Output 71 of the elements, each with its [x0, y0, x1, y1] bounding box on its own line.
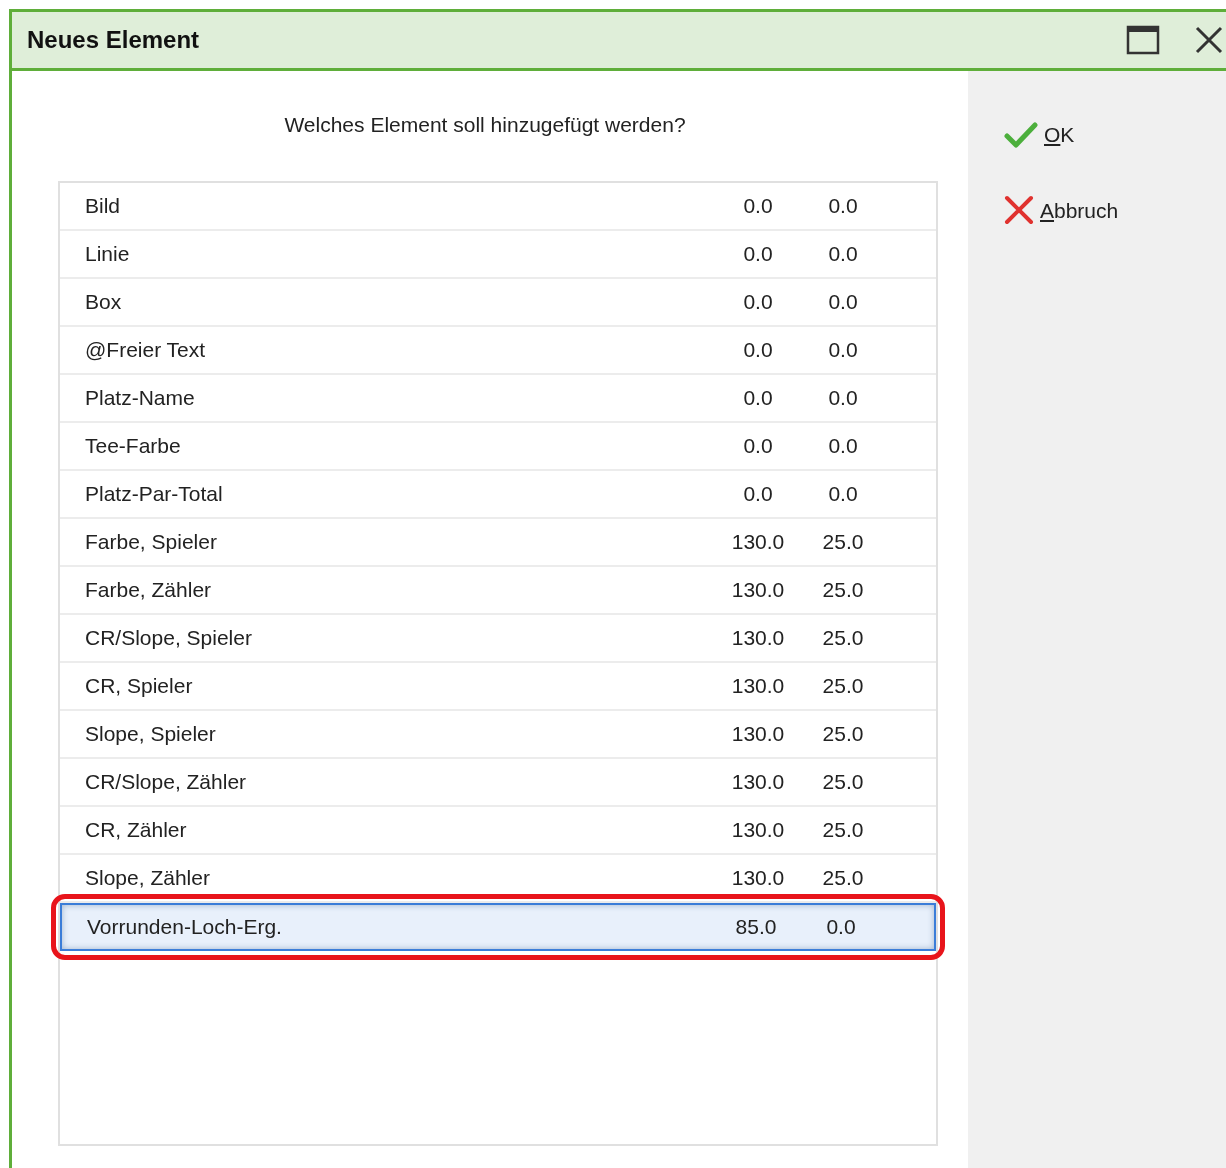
table-cell-text: 0.0	[827, 336, 859, 363]
table-cell-text: 0.0	[742, 336, 774, 363]
element-name: Box	[84, 288, 123, 315]
list-row[interactable]: Box 0.0 0.0	[60, 278, 936, 327]
list-row[interactable]: CR/Slope, Zähler 130.0 25.0	[60, 758, 936, 807]
window-title: Neues Element	[27, 25, 201, 55]
cancel-button[interactable]: Abbruch	[1004, 194, 1119, 226]
element-name: CR/Slope, Zähler	[84, 768, 248, 795]
table-cell-text: 130.0	[730, 816, 786, 843]
table-cell-text: 0.0	[827, 240, 859, 267]
cross-icon	[1004, 195, 1034, 226]
element-name: @Freier Text	[84, 336, 207, 363]
list-row[interactable]: CR, Zähler 130.0 25.0	[60, 806, 936, 855]
table-cell-text: 0.0	[742, 192, 774, 219]
table-cell-text: 0.0	[827, 480, 859, 507]
table-cell-text: 0.0	[742, 384, 774, 411]
list-row[interactable]: Platz-Name 0.0 0.0	[60, 374, 936, 423]
table-cell-text: 25.0	[821, 816, 865, 843]
maximize-icon[interactable]	[1126, 25, 1160, 55]
element-name: Farbe, Spieler	[84, 528, 218, 555]
table-cell-text: 0.0	[827, 432, 859, 459]
prompt-text: Welches Element soll hinzugefügt werden?	[283, 112, 687, 138]
table-cell-text: 0.0	[742, 288, 774, 315]
table-cell-text: 0.0	[742, 240, 774, 267]
list-row[interactable]: Bild 0.0 0.0	[60, 182, 936, 231]
table-cell-text: 0.0	[825, 913, 857, 940]
element-name: Linie	[84, 240, 131, 267]
table-cell-text: 0.0	[742, 480, 774, 507]
table-cell-text: 0.0	[827, 192, 859, 219]
table-cell-text: 0.0	[827, 384, 859, 411]
element-name: CR/Slope, Spieler	[84, 624, 253, 651]
table-cell-text: 130.0	[730, 720, 786, 747]
list-row[interactable]: Farbe, Zähler 130.0 25.0	[60, 566, 936, 615]
table-cell-text: 130.0	[730, 528, 786, 555]
table-cell-text: 0.0	[827, 288, 859, 315]
table-cell-text: 130.0	[730, 624, 786, 651]
element-name: CR, Zähler	[84, 816, 188, 843]
element-name: Bild	[84, 192, 122, 219]
list-row[interactable]: Vorrunden-Loch-Erg. 85.0 0.0	[60, 902, 936, 951]
table-cell-text: 130.0	[730, 576, 786, 603]
list-row[interactable]: @Freier Text 0.0 0.0	[60, 326, 936, 375]
element-name: Slope, Zähler	[84, 864, 211, 891]
table-cell-text: 25.0	[821, 528, 865, 555]
list-row[interactable]: Platz-Par-Total 0.0 0.0	[60, 470, 936, 519]
element-name: Tee-Farbe	[84, 432, 182, 459]
table-cell-text: 25.0	[821, 720, 865, 747]
list-row[interactable]: Farbe, Spieler 130.0 25.0	[60, 518, 936, 567]
table-cell-text: 130.0	[730, 768, 786, 795]
table-cell-text: 25.0	[821, 672, 865, 699]
ok-button[interactable]: OK	[1004, 119, 1075, 151]
table-cell-text: 0.0	[742, 432, 774, 459]
table-cell-text: 25.0	[821, 864, 865, 891]
element-name: Platz-Par-Total	[84, 480, 224, 507]
table-cell-text: 85.0	[734, 913, 778, 940]
element-name: Slope, Spieler	[84, 720, 217, 747]
table-cell-text: 25.0	[821, 624, 865, 651]
element-name: Vorrunden-Loch-Erg.	[86, 913, 283, 940]
checkmark-icon	[1004, 120, 1038, 149]
list-row[interactable]: CR, Spieler 130.0 25.0	[60, 662, 936, 711]
element-name: Farbe, Zähler	[84, 576, 213, 603]
list-row[interactable]: Slope, Spieler 130.0 25.0	[60, 710, 936, 759]
close-icon[interactable]	[1194, 25, 1224, 55]
list-row[interactable]: CR/Slope, Spieler 130.0 25.0	[60, 614, 936, 663]
table-cell-text: 130.0	[730, 672, 786, 699]
element-name: CR, Spieler	[84, 672, 194, 699]
list-row[interactable]: Tee-Farbe 0.0 0.0	[60, 422, 936, 471]
table-cell-text: 25.0	[821, 768, 865, 795]
table-cell-text: 130.0	[730, 864, 786, 891]
element-name: Platz-Name	[84, 384, 196, 411]
table-cell-text: 25.0	[821, 576, 865, 603]
list-row[interactable]: Linie 0.0 0.0	[60, 230, 936, 279]
